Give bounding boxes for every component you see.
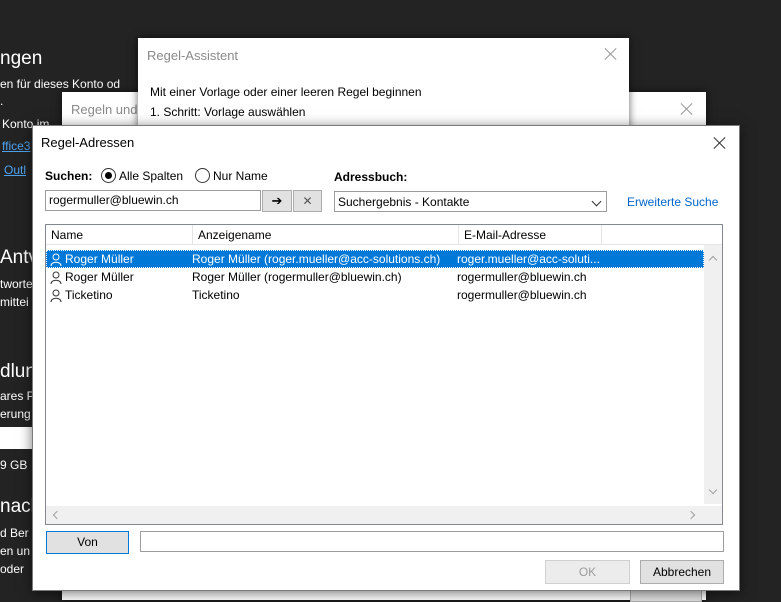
radio-all-columns-label[interactable]: Alle Spalten (119, 169, 183, 183)
addressbook-select[interactable]: Suchergebnis - Kontakte (334, 191, 607, 212)
bg-input[interactable] (0, 427, 32, 449)
from-button[interactable]: Von (46, 531, 129, 554)
row-display-name: Ticketino (192, 288, 240, 302)
cancel-button[interactable]: Abbrechen (640, 560, 724, 584)
table-row[interactable]: Roger Müller Roger Müller (roger.mueller… (46, 250, 704, 268)
wizard-line-2: 1. Schritt: Vorlage auswählen (150, 105, 306, 119)
chevron-down-icon (591, 196, 602, 207)
rules-window-title: Regeln und (71, 102, 138, 117)
row-name: Ticketino (65, 288, 113, 302)
clear-search-button[interactable]: ✕ (293, 190, 322, 212)
rules-window-close-icon[interactable] (680, 102, 694, 116)
bg-heading-1: ngen (0, 48, 43, 69)
bg-text-4: tworte (0, 277, 33, 291)
bg-text-10: en un (0, 544, 31, 558)
wizard-line-1: Mit einer Vorlage oder einer leeren Rege… (150, 85, 422, 99)
column-header-email[interactable]: E-Mail-Adresse (459, 225, 602, 245)
row-display-name: Roger Müller (rogermuller@bluewin.ch) (192, 270, 402, 284)
scroll-right-icon[interactable] (686, 510, 696, 520)
wizard-close-icon[interactable] (604, 47, 618, 61)
addressbook-select-value: Suchergebnis - Kontakte (338, 195, 470, 209)
bg-link-outlook[interactable]: Outl (4, 163, 26, 177)
bg-heading-4: nacl (0, 496, 35, 517)
row-email: rogermuller@bluewin.ch (457, 288, 587, 302)
radio-name-only-label[interactable]: Nur Name (213, 169, 268, 183)
addressbook-label: Adressbuch: (334, 170, 408, 184)
radio-all-columns[interactable] (101, 168, 116, 183)
rule-addresses-dialog: Regel-Adressen Suchen: Alle Spalten Nur … (32, 125, 740, 591)
row-name: Roger Müller (65, 270, 134, 284)
scroll-left-icon[interactable] (52, 510, 62, 520)
horizontal-scrollbar[interactable] (46, 506, 722, 524)
contact-icon (50, 253, 62, 266)
column-header-empty (602, 225, 722, 245)
bg-text-11: oder (0, 562, 25, 576)
address-list[interactable]: Name Anzeigename E-Mail-Adresse Roger Mü… (45, 224, 723, 525)
column-header-display-name[interactable]: Anzeigename (193, 225, 459, 245)
scroll-up-icon[interactable] (708, 255, 718, 265)
row-name: Roger Müller (65, 252, 134, 266)
ok-button[interactable]: OK (545, 560, 630, 584)
contact-icon (50, 271, 62, 284)
bg-text-8: 9 GB (0, 458, 28, 472)
table-row[interactable]: Roger Müller Roger Müller (rogermuller@b… (46, 268, 704, 286)
advanced-search-link[interactable]: Erweiterte Suche (627, 195, 718, 209)
scroll-down-icon[interactable] (708, 485, 718, 495)
wizard-title: Regel-Assistent (147, 48, 239, 63)
search-label: Suchen: (45, 169, 93, 183)
radio-name-only[interactable] (195, 168, 210, 183)
go-button[interactable]: ➔ (262, 190, 292, 212)
bg-text-5: mittei (0, 295, 29, 309)
row-email: roger.mueller@acc-soluti... (457, 252, 600, 266)
bg-text-2: . (0, 94, 4, 108)
bg-text-9: d Ber (0, 526, 29, 540)
contact-icon (50, 289, 62, 302)
search-input[interactable]: rogermuller@bluewin.ch (45, 190, 261, 211)
row-email: rogermuller@bluewin.ch (457, 270, 587, 284)
dialog-close-icon[interactable] (713, 136, 727, 150)
from-input[interactable] (140, 531, 724, 552)
bg-link-office[interactable]: ffice3 (2, 139, 30, 153)
vertical-scrollbar[interactable] (704, 245, 722, 504)
table-row[interactable]: Ticketino Ticketino rogermuller@bluewin.… (46, 286, 704, 304)
bg-text-1: en für dieses Konto od (0, 77, 121, 91)
bg-text-7: erung (0, 407, 31, 421)
column-header-name[interactable]: Name (46, 225, 193, 245)
row-display-name: Roger Müller (roger.mueller@acc-solution… (192, 252, 441, 266)
dialog-title: Regel-Adressen (41, 135, 135, 150)
bg-text-6: ares P (0, 389, 35, 403)
